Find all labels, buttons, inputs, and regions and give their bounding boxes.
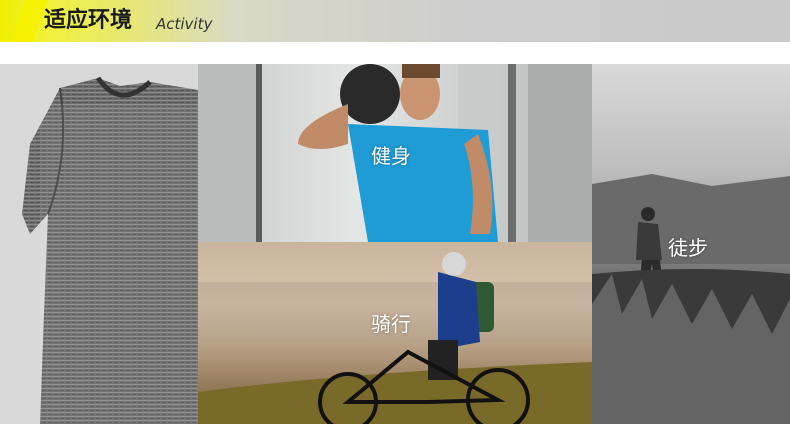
- header-spacer: [0, 42, 790, 64]
- section-title: 适应环境: [44, 8, 133, 33]
- bottom-spacer: [0, 424, 790, 440]
- section-header: 适应环境 Activity: [0, 0, 790, 42]
- cycling-label: 骑行: [371, 312, 411, 336]
- fitness-photo: 健身: [198, 64, 592, 242]
- tshirt-image: [0, 64, 198, 424]
- cycling-photo: 骑行: [198, 242, 592, 424]
- tshirt-illustration: [22, 76, 198, 424]
- section-subtitle: Activity: [156, 15, 213, 33]
- fitness-label: 健身: [371, 144, 411, 168]
- hiking-label: 徒步: [668, 236, 708, 260]
- hiking-photo: 徒步: [592, 64, 790, 424]
- header-accent-stripe: [10, 0, 48, 42]
